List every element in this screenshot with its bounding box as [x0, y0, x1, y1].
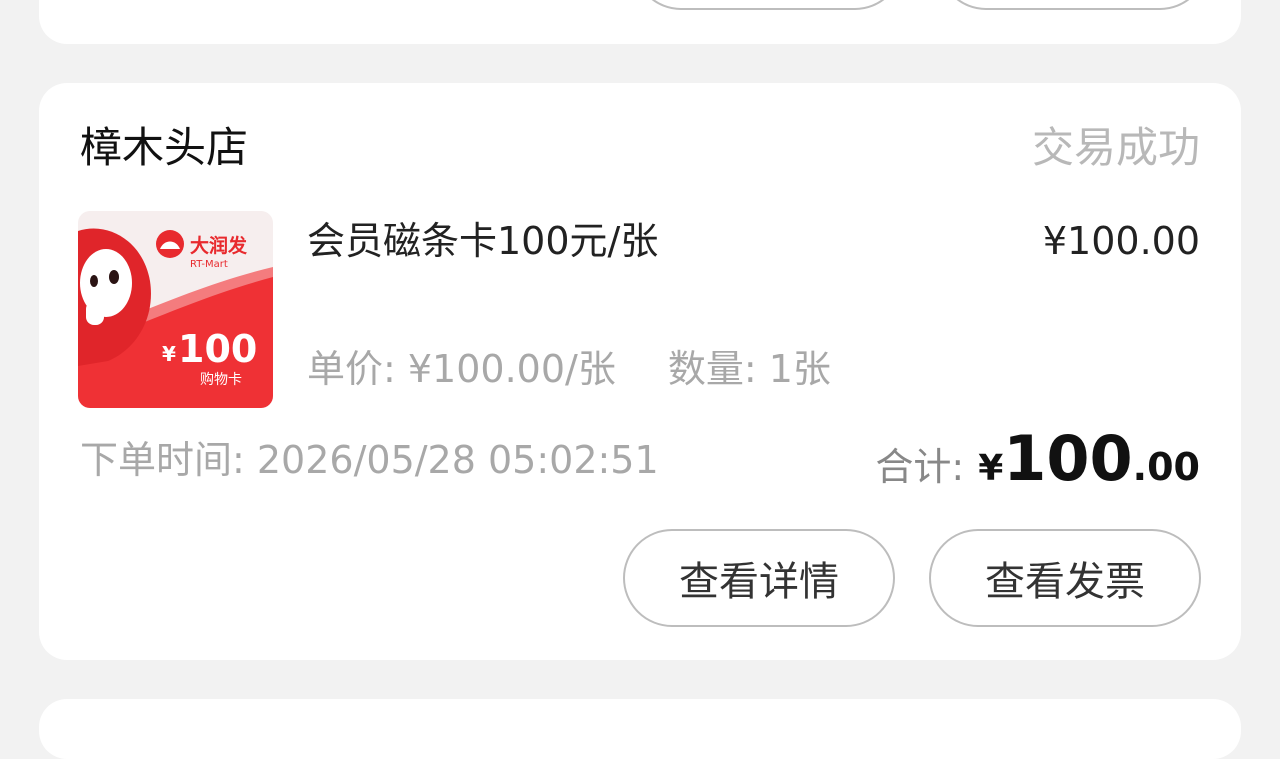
order-time: 下单时间: 2026/05/28 05:02:51: [80, 438, 659, 482]
spec-row: 单价: ¥100.00/张 数量: 1张: [307, 345, 831, 393]
previous-order-button[interactable]: [938, 0, 1208, 10]
previous-order-card: [39, 0, 1241, 44]
order-status: 交易成功: [1031, 123, 1200, 172]
quantity: 数量: 1张: [667, 347, 831, 391]
store-name: 樟木头店: [80, 123, 249, 172]
total-integer: 100: [1003, 422, 1133, 495]
card-currency: ¥: [162, 342, 176, 366]
view-details-button[interactable]: 查看详情: [623, 529, 895, 627]
card-caption: 购物卡: [200, 372, 242, 388]
total-label: 合计:: [875, 445, 965, 489]
brand-en: RT-Mart: [190, 259, 228, 270]
order-total: 合计: ¥ 100 .00: [875, 422, 1200, 495]
product-price: ¥100.00: [1042, 219, 1200, 263]
product-name[interactable]: 会员磁条卡100元/张: [307, 217, 658, 265]
product-image[interactable]: 大润发 RT-Mart ¥ 100 购物卡: [78, 211, 273, 408]
card-value: 100: [178, 327, 257, 371]
total-decimal: .00: [1132, 445, 1200, 489]
view-invoice-button[interactable]: 查看发票: [929, 529, 1201, 627]
unit-price: 单价: ¥100.00/张: [307, 347, 616, 391]
brand-name: 大润发: [190, 234, 248, 257]
next-order-card: [39, 699, 1241, 759]
previous-order-button[interactable]: [633, 0, 903, 10]
total-currency: ¥: [978, 448, 1004, 489]
